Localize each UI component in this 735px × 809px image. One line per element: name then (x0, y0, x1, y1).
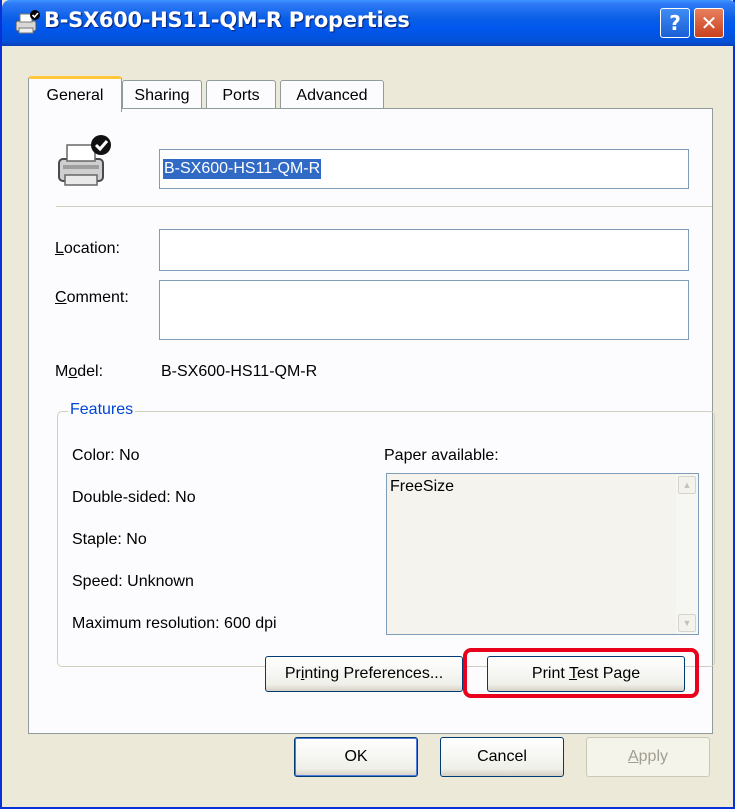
printer-name-text: B-SX600-HS11-QM-R (163, 159, 322, 179)
feature-max-resolution: Maximum resolution: 600 dpi (72, 615, 277, 632)
ok-button[interactable]: OK (294, 737, 418, 777)
printing-preferences-button[interactable]: Printing Preferences... (265, 656, 463, 692)
tab-general[interactable]: General (28, 76, 122, 112)
tab-advanced[interactable]: Advanced (280, 80, 384, 110)
tab-ports[interactable]: Ports (206, 80, 276, 110)
window-title: B-SX600-HS11-QM-R Properties (44, 8, 410, 32)
print-test-page-button[interactable]: Print Test Page (487, 656, 685, 692)
close-button[interactable]: ✕ (694, 8, 724, 38)
paper-list-item[interactable]: FreeSize (390, 478, 454, 496)
printer-name-field[interactable]: B-SX600-HS11-QM-R (159, 149, 689, 189)
separator (56, 206, 712, 207)
location-field[interactable] (159, 229, 689, 271)
tab-sharing[interactable]: Sharing (122, 80, 202, 110)
paper-available-label: Paper available: (384, 447, 499, 464)
comment-field[interactable] (159, 280, 689, 340)
features-group: Features Color: No Double-sided: No Stap… (57, 401, 715, 667)
scroll-down-icon[interactable]: ▼ (678, 614, 696, 632)
printer-properties-dialog: B-SX600-HS11-QM-R Properties ? ✕ General… (0, 0, 735, 809)
apply-button[interactable]: Apply (586, 737, 710, 777)
model-value: B-SX600-HS11-QM-R (161, 363, 318, 380)
paper-list[interactable]: FreeSize ▲ ▼ (386, 473, 699, 635)
general-tab-panel: B-SX600-HS11-QM-R Location: Comment: Mod… (28, 108, 715, 734)
paper-list-scrollbar[interactable]: ▲ ▼ (676, 474, 698, 634)
feature-staple: Staple: No (72, 531, 147, 548)
comment-label: Comment: (55, 289, 129, 306)
location-label: Location: (55, 240, 120, 257)
scroll-up-icon[interactable]: ▲ (678, 476, 696, 494)
title-bar[interactable]: B-SX600-HS11-QM-R Properties ? ✕ (2, 0, 735, 46)
feature-double-sided: Double-sided: No (72, 489, 196, 506)
model-label: Model: (55, 363, 104, 380)
feature-speed: Speed: Unknown (72, 573, 194, 590)
cancel-button[interactable]: Cancel (440, 737, 564, 777)
features-title: Features (68, 401, 136, 419)
printer-large-icon (58, 135, 111, 186)
feature-color: Color: No (72, 447, 140, 464)
help-button[interactable]: ? (660, 8, 690, 38)
printer-icon (15, 10, 40, 34)
